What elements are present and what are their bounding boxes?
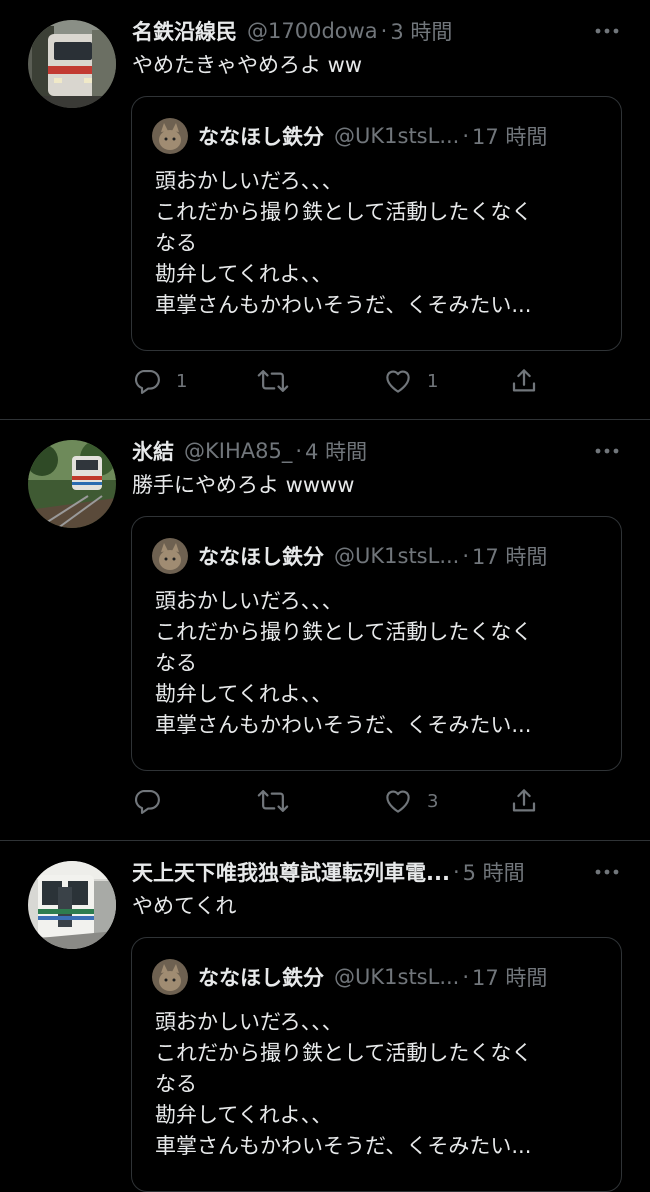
timestamp[interactable]: 5 時間	[463, 857, 525, 887]
quoted-header: ななほし鉄分 @UK1stsL... · 17 時間	[198, 118, 591, 154]
separator-dot: ·	[295, 439, 303, 463]
more-horizontal-icon[interactable]	[594, 442, 620, 460]
quoted-username: @UK1stsL...	[334, 544, 460, 568]
train-photo-avatar[interactable]	[28, 20, 116, 108]
quoted-username: @UK1stsL...	[334, 965, 460, 989]
quoted-display-name: ななほし鉄分	[198, 966, 324, 990]
quoted-text-line: これだから撮り鉄として活動したくなく	[155, 620, 533, 644]
quoted-text-line: これだから撮り鉄として活動したくなく	[155, 1041, 533, 1065]
quoted-text: 頭おかしいだろ、、、 これだから撮り鉄として活動したくなく なる 勘弁してくれよ…	[155, 166, 601, 321]
separator-dot: ·	[380, 19, 388, 43]
separator-dot: ·	[462, 965, 470, 989]
quoted-tweet[interactable]: ななほし鉄分 @UK1stsL... · 17 時間 頭おかしいだろ、、、 これ…	[131, 937, 622, 1192]
retweet-button[interactable]	[257, 364, 303, 398]
quoted-text-line: なる	[155, 1072, 197, 1096]
like-count: 3	[427, 790, 439, 812]
reply-button[interactable]: 1	[132, 364, 187, 398]
quoted-text-line: 頭おかしいだろ、、、	[155, 169, 343, 193]
timestamp[interactable]: 4 時間	[305, 436, 367, 466]
retweet-icon	[257, 786, 289, 816]
tweet[interactable]: 天上天下唯我独尊試運転列車電... · 5 時間 やめてくれ ななほし鉄分 @U…	[0, 841, 650, 1192]
quoted-text-line: なる	[155, 231, 197, 255]
quoted-text: 頭おかしいだろ、、、 これだから撮り鉄として活動したくなく なる 勘弁してくれよ…	[155, 1007, 601, 1162]
display-name[interactable]: 天上天下唯我独尊試運転列車電...	[132, 857, 450, 887]
quoted-avatar[interactable]	[152, 538, 188, 574]
share-button[interactable]	[509, 364, 539, 398]
quoted-tweet[interactable]: ななほし鉄分 @UK1stsL... · 17 時間 頭おかしいだろ、、、 これ…	[131, 96, 622, 351]
tweet-header: 天上天下唯我独尊試運転列車電... · 5 時間	[132, 855, 580, 889]
reply-icon	[132, 786, 162, 816]
quoted-text-line: これだから撮り鉄として活動したくなく	[155, 200, 533, 224]
tweet[interactable]: 氷結 @KIHA85_ · 4 時間 勝手にやめろよ wwww ななほし鉄分 @…	[0, 420, 650, 841]
quoted-text-line: 車掌さんもかわいそうだ、くそみたい...	[155, 293, 532, 317]
username[interactable]: @KIHA85_	[184, 439, 292, 463]
quoted-text-line: 勘弁してくれよ、、	[155, 262, 333, 286]
quoted-timestamp: 17 時間	[472, 966, 548, 990]
quoted-header: ななほし鉄分 @UK1stsL... · 17 時間	[198, 538, 591, 574]
display-name[interactable]: 名鉄沿線民	[132, 16, 237, 46]
retweet-button[interactable]	[257, 784, 303, 818]
heart-icon	[383, 366, 413, 396]
like-button[interactable]: 3	[383, 784, 438, 818]
quoted-text-line: 勘弁してくれよ、、	[155, 682, 333, 706]
action-bar: 1 1	[132, 364, 552, 398]
quoted-text-line: なる	[155, 651, 197, 675]
quoted-header: ななほし鉄分 @UK1stsL... · 17 時間	[198, 959, 591, 995]
quoted-text: 頭おかしいだろ、、、 これだから撮り鉄として活動したくなく なる 勘弁してくれよ…	[155, 586, 601, 741]
quoted-tweet[interactable]: ななほし鉄分 @UK1stsL... · 17 時間 頭おかしいだろ、、、 これ…	[131, 516, 622, 771]
more-horizontal-icon[interactable]	[594, 863, 620, 881]
share-button[interactable]	[509, 784, 539, 818]
separator-dot: ·	[462, 544, 470, 568]
quoted-text-line: 頭おかしいだろ、、、	[155, 589, 343, 613]
quoted-timestamp: 17 時間	[472, 545, 548, 569]
train-photo-avatar[interactable]	[28, 861, 116, 949]
like-count: 1	[427, 370, 439, 392]
share-icon	[509, 786, 539, 816]
reply-icon	[132, 366, 162, 396]
quoted-text-line: 車掌さんもかわいそうだ、くそみたい...	[155, 1134, 532, 1158]
quoted-display-name: ななほし鉄分	[198, 125, 324, 149]
tweet-text: やめてくれ	[132, 894, 237, 918]
display-name[interactable]: 氷結	[132, 436, 174, 466]
quoted-display-name: ななほし鉄分	[198, 545, 324, 569]
username[interactable]: @1700dowa	[247, 19, 378, 43]
quoted-text-line: 車掌さんもかわいそうだ、くそみたい...	[155, 713, 532, 737]
tweet-header: 氷結 @KIHA85_ · 4 時間	[132, 434, 580, 468]
reply-count: 1	[176, 370, 188, 392]
action-bar: 3	[132, 784, 552, 818]
retweet-icon	[257, 366, 289, 396]
more-horizontal-icon[interactable]	[594, 22, 620, 40]
quoted-username: @UK1stsL...	[334, 124, 460, 148]
train-photo-avatar[interactable]	[28, 440, 116, 528]
tweet-text: やめたきゃやめろよ ww	[132, 53, 363, 77]
quoted-avatar[interactable]	[152, 959, 188, 995]
separator-dot: ·	[452, 860, 460, 884]
tweet-header: 名鉄沿線民 @1700dowa · 3 時間	[132, 14, 580, 48]
quoted-text-line: 勘弁してくれよ、、	[155, 1103, 333, 1127]
tweet-text: 勝手にやめろよ wwww	[132, 473, 355, 497]
like-button[interactable]: 1	[383, 364, 438, 398]
heart-icon	[383, 786, 413, 816]
quoted-avatar[interactable]	[152, 118, 188, 154]
separator-dot: ·	[462, 124, 470, 148]
quoted-timestamp: 17 時間	[472, 125, 548, 149]
quoted-text-line: 頭おかしいだろ、、、	[155, 1010, 343, 1034]
timestamp[interactable]: 3 時間	[390, 16, 452, 46]
reply-button[interactable]	[132, 784, 176, 818]
tweet[interactable]: 名鉄沿線民 @1700dowa · 3 時間 やめたきゃやめろよ ww ななほし…	[0, 0, 650, 420]
share-icon	[509, 366, 539, 396]
